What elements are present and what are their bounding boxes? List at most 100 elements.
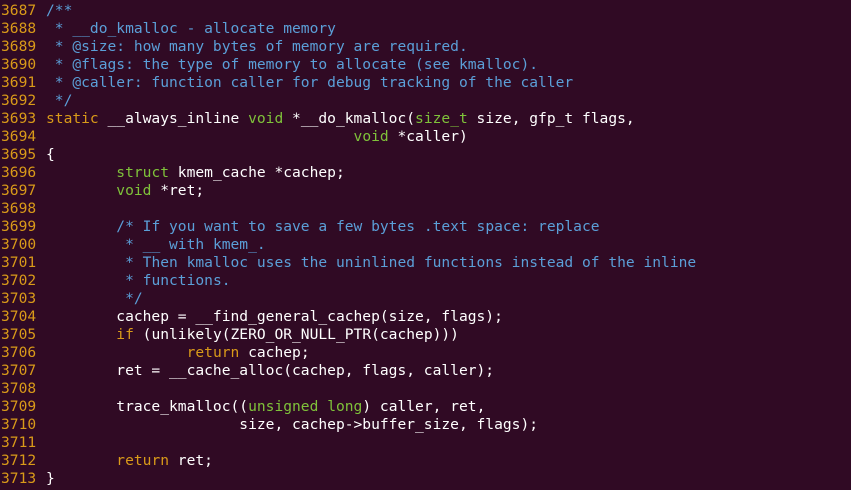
code-line[interactable]: 3709 trace_kmalloc((unsigned long) calle… <box>0 398 851 416</box>
code-line[interactable]: 3713} <box>0 470 851 488</box>
comment-token: * __ with kmem_. <box>116 236 266 253</box>
line-number: 3695 <box>1 146 37 163</box>
code-line[interactable]: 3703 */ <box>0 290 851 308</box>
line-content[interactable]: * functions. <box>46 272 851 290</box>
line-content[interactable]: ret = __cache_alloc(cachep, flags, calle… <box>46 362 851 380</box>
comment-token: */ <box>116 290 143 307</box>
code-line[interactable]: 3696 struct kmem_cache *cachep; <box>0 164 851 182</box>
line-number: 3706 <box>1 344 37 361</box>
line-number: 3698 <box>1 200 37 217</box>
line-content[interactable]: size, cachep->buffer_size, flags); <box>46 416 851 434</box>
line-number: 3702 <box>1 272 37 289</box>
code-line[interactable]: 3695 { <box>0 146 851 164</box>
plain-token: cachep; <box>239 344 310 361</box>
code-line[interactable]: 3706 return cachep; <box>0 344 851 362</box>
plain-token: } <box>46 470 55 487</box>
type-token: void <box>116 182 152 199</box>
line-content[interactable]: /** <box>46 2 851 20</box>
code-line[interactable]: 3692 */ <box>0 92 851 110</box>
keyword-token: return <box>116 452 170 469</box>
line-number: 3693 <box>1 110 37 127</box>
code-line[interactable]: 3701 * Then kmalloc uses the uninlined f… <box>0 254 851 272</box>
line-content[interactable]: { <box>46 146 851 164</box>
line-content[interactable]: if (unlikely(ZERO_OR_NULL_PTR(cachep))) <box>46 326 851 344</box>
line-content[interactable] <box>46 380 851 398</box>
line-number: 3705 <box>1 326 37 343</box>
line-number: 3690 <box>1 56 37 73</box>
plain-token: *__do_kmalloc( <box>283 110 416 127</box>
code-line[interactable]: 3702 * functions. <box>0 272 851 290</box>
line-number: 3688 <box>1 20 37 37</box>
line-content[interactable]: * __do_kmalloc - allocate memory <box>46 20 851 38</box>
code-line[interactable]: 3704 cachep = __find_general_cachep(size… <box>0 308 851 326</box>
code-line[interactable]: 3705 if (unlikely(ZERO_OR_NULL_PTR(cache… <box>0 326 851 344</box>
line-content[interactable]: */ <box>46 92 851 110</box>
line-number: 3710 <box>1 416 37 433</box>
code-line[interactable]: 3708 <box>0 380 851 398</box>
comment-token: * __do_kmalloc - allocate memory <box>46 20 336 37</box>
line-number: 3703 <box>1 290 37 307</box>
line-content[interactable]: struct kmem_cache *cachep; <box>46 164 851 182</box>
line-content[interactable] <box>46 200 851 218</box>
code-line[interactable]: 3693 static __always_inline void *__do_km… <box>0 110 851 128</box>
line-number: 3700 <box>1 236 37 253</box>
line-number: 3697 <box>1 182 37 199</box>
line-content[interactable]: * @caller: function caller for debug tra… <box>46 74 851 92</box>
plain-token: size, cachep->buffer_size, flags); <box>46 416 539 433</box>
code-line[interactable]: 3698 <box>0 200 851 218</box>
type-token: size_t <box>415 110 468 127</box>
keyword-token: return <box>186 344 240 361</box>
plain-token: size, gfp_t flags, <box>467 110 635 127</box>
line-content[interactable]: } <box>46 470 851 488</box>
line-number: 3691 <box>1 74 37 91</box>
comment-token: /** <box>46 2 73 19</box>
line-content[interactable]: * @flags: the type of memory to allocate… <box>46 56 851 74</box>
line-content[interactable]: * Then kmalloc uses the uninlined functi… <box>46 254 851 272</box>
comment-token: * functions. <box>116 272 231 289</box>
type-token: long <box>327 398 363 415</box>
comment-token: * @size: how many bytes of memory are re… <box>46 38 468 55</box>
line-content[interactable]: void *ret; <box>46 182 851 200</box>
comment-token: /* If you want to save a few bytes .text… <box>116 218 600 235</box>
line-content[interactable]: return ret; <box>46 452 851 470</box>
line-content[interactable]: * @size: how many bytes of memory are re… <box>46 38 851 56</box>
line-content[interactable]: /* If you want to save a few bytes .text… <box>46 218 851 236</box>
plain-token: cachep = __find_general_cachep(size, fla… <box>46 308 503 325</box>
code-line[interactable]: 3697 void *ret; <box>0 182 851 200</box>
line-number: 3696 <box>1 164 37 181</box>
code-line[interactable]: 3688 * __do_kmalloc - allocate memory <box>0 20 851 38</box>
comment-token: * @caller: function caller for debug tra… <box>46 74 574 91</box>
line-content[interactable]: void *caller) <box>46 128 851 146</box>
type-token: void <box>248 110 284 127</box>
code-line[interactable]: 3687 /** <box>0 2 851 20</box>
keyword-token: if <box>116 326 134 343</box>
line-content[interactable]: cachep = __find_general_cachep(size, fla… <box>46 308 851 326</box>
line-number: 3711 <box>1 434 37 451</box>
line-content[interactable]: * __ with kmem_. <box>46 236 851 254</box>
line-content[interactable]: return cachep; <box>46 344 851 362</box>
code-line[interactable]: 3699 /* If you want to save a few bytes … <box>0 218 851 236</box>
code-line[interactable]: 3710 size, cachep->buffer_size, flags); <box>0 416 851 434</box>
code-line[interactable]: 3712 return ret; <box>0 452 851 470</box>
code-line[interactable]: 3700 * __ with kmem_. <box>0 236 851 254</box>
code-editor[interactable]: 3687/** 3688 * __do_kmalloc - allocate me… <box>0 0 851 490</box>
comment-token: * @flags: the type of memory to allocate… <box>46 56 539 73</box>
code-line[interactable]: 3689 * @size: how many bytes of memory a… <box>0 38 851 56</box>
plain-token: kmem_cache *cachep; <box>169 164 345 181</box>
line-content[interactable]: trace_kmalloc((unsigned long) caller, re… <box>46 398 851 416</box>
code-line[interactable]: 3694 void *caller) <box>0 128 851 146</box>
plain-token: ret; <box>169 452 213 469</box>
code-line[interactable]: 3690 * @flags: the type of memory to all… <box>0 56 851 74</box>
code-line[interactable]: 3711 <box>0 434 851 452</box>
line-content[interactable]: static __always_inline void *__do_kmallo… <box>46 110 851 128</box>
code-line[interactable]: 3691 * @caller: function caller for debu… <box>0 74 851 92</box>
line-content[interactable]: */ <box>46 290 851 308</box>
line-number: 3704 <box>1 308 37 325</box>
line-content[interactable] <box>46 434 851 452</box>
code-line[interactable]: 3707 ret = __cache_alloc(cachep, flags, … <box>0 362 851 380</box>
